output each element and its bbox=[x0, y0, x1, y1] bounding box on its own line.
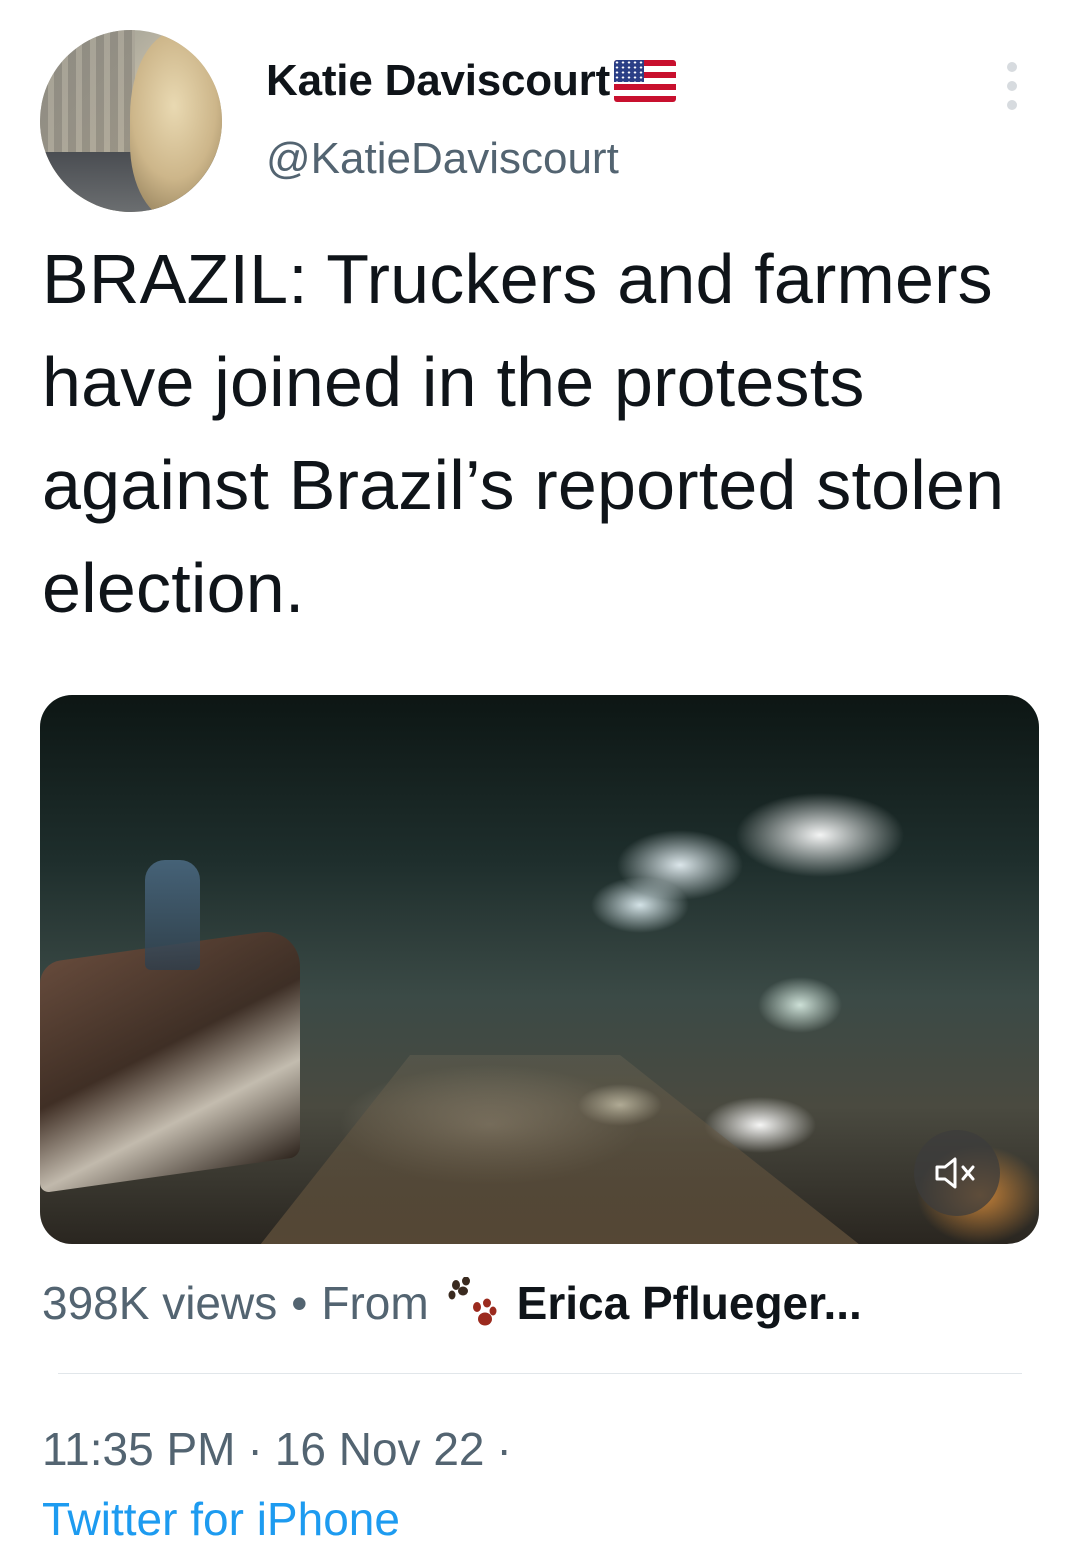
stats-separator: • bbox=[291, 1277, 308, 1329]
tweet-timestamp[interactable]: 11:35 PM · 16 Nov 22 · bbox=[42, 1422, 524, 1476]
tweet-detail: Katie Daviscourt @KatieDaviscourt BRAZIL… bbox=[0, 0, 1078, 1562]
video-player[interactable] bbox=[40, 695, 1039, 1244]
avatar-portrait bbox=[130, 30, 222, 212]
author-display-name[interactable]: Katie Daviscourt bbox=[266, 56, 677, 106]
video-frame-person bbox=[145, 860, 200, 970]
author-handle[interactable]: @KatieDaviscourt bbox=[266, 134, 619, 184]
more-options-icon[interactable] bbox=[998, 62, 1026, 110]
view-count: 398K views bbox=[42, 1277, 278, 1329]
video-frame-road bbox=[260, 1055, 860, 1244]
tweet-client-link[interactable]: Twitter for iPhone bbox=[42, 1492, 400, 1546]
tweet-text: BRAZIL: Truckers and farmers have joined… bbox=[42, 240, 1005, 627]
us-flag-icon bbox=[614, 60, 677, 102]
tweet-time: 11:35 PM bbox=[42, 1423, 236, 1475]
video-source-name[interactable]: Erica Pflueger... bbox=[517, 1276, 862, 1330]
author-name-text: Katie Daviscourt bbox=[266, 56, 611, 105]
avatar[interactable] bbox=[40, 30, 222, 212]
paw-print-icon bbox=[447, 1277, 499, 1329]
muted-speaker-icon[interactable] bbox=[914, 1130, 1000, 1216]
timestamp-separator: · bbox=[247, 1423, 263, 1475]
view-stats: 398K views • From Erica Pflueger... bbox=[42, 1276, 862, 1330]
timestamp-separator-trailing: · bbox=[496, 1423, 512, 1475]
tweet-date: 16 Nov 22 bbox=[274, 1423, 485, 1475]
divider bbox=[58, 1373, 1022, 1374]
from-label: From bbox=[321, 1277, 429, 1329]
